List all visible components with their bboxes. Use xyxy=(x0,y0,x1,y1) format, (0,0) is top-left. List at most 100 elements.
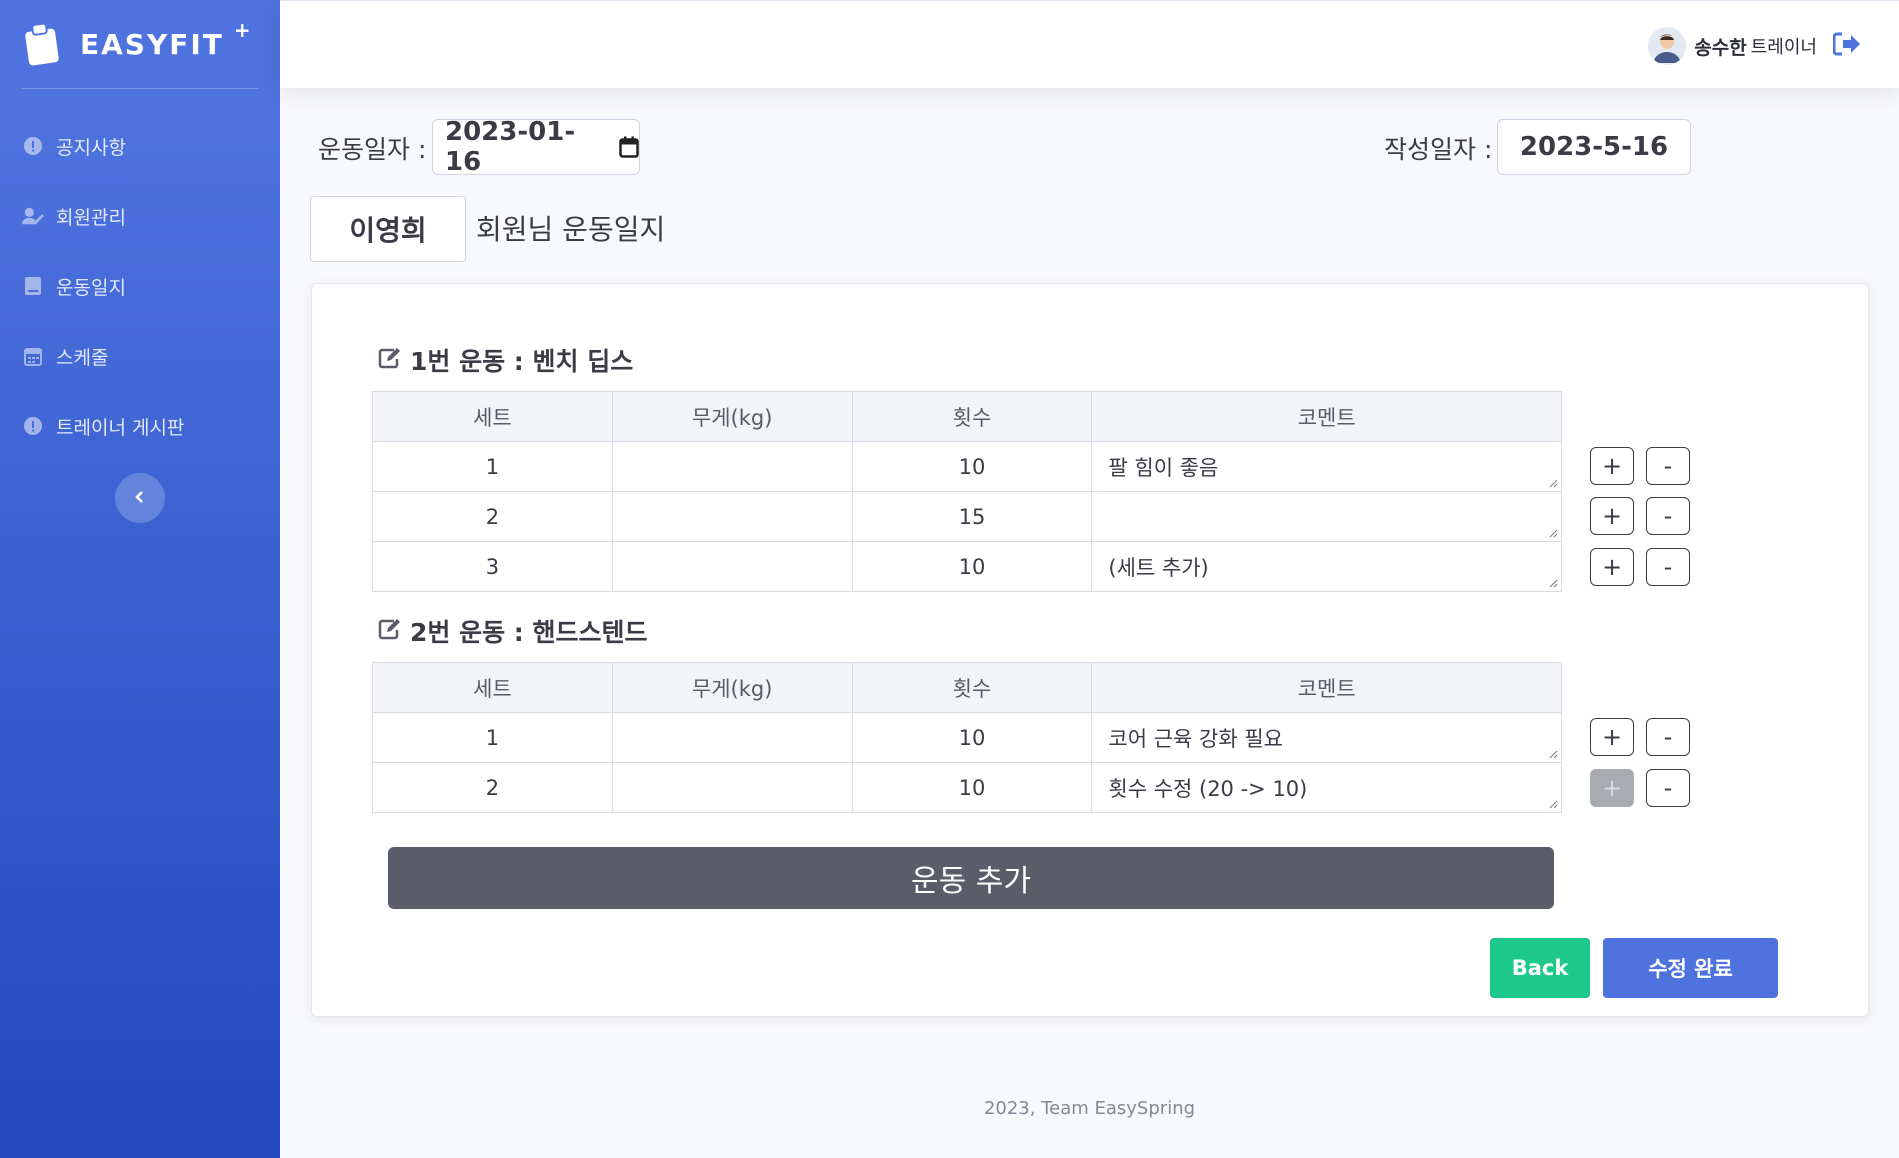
comment-textarea[interactable]: (세트 추가) xyxy=(1091,541,1562,592)
exercise-date-input[interactable]: 2023-01-16 xyxy=(432,117,640,177)
written-date-label: 작성일자 : xyxy=(1384,135,1493,164)
sidebar-item-workout-log[interactable]: 운동일지 xyxy=(0,251,280,321)
set-row-buttons: + - xyxy=(1590,718,1702,756)
clipboard-icon xyxy=(24,22,62,66)
table-row: 1 10 코어 근육 강화 필요 xyxy=(372,712,1562,763)
comment-textarea[interactable] xyxy=(1091,491,1562,542)
remove-set-button[interactable]: - xyxy=(1646,548,1690,586)
add-set-button[interactable]: + xyxy=(1590,548,1634,586)
page-title: 회원님 운동일지 xyxy=(476,213,666,246)
weight-input[interactable] xyxy=(611,491,853,542)
sets-table: 세트 무게(kg) 횟수 코멘트 1 10 코어 근육 강화 필요 2 10 횟… xyxy=(372,662,1562,813)
add-exercise-button[interactable]: 운동 추가 xyxy=(388,847,1554,909)
sidebar-item-label: 트레이너 게시판 xyxy=(56,416,185,439)
comment-text: (세트 추가) xyxy=(1108,555,1209,580)
sidebar-divider xyxy=(22,88,258,89)
footer-text: 2023, Team EasySpring xyxy=(983,1098,1196,1119)
save-button[interactable]: 수정 완료 xyxy=(1603,938,1778,998)
topbar: 송수한 트레이너 xyxy=(280,0,1899,88)
table-row: 1 10 팔 힘이 좋음 xyxy=(372,441,1562,492)
sets-table: 세트 무게(kg) 횟수 코멘트 1 10 팔 힘이 좋음 2 15 3 10 xyxy=(372,391,1562,592)
add-set-button[interactable]: + xyxy=(1590,497,1634,535)
calendar-icon xyxy=(22,345,44,367)
sidebar-item-label: 운동일지 xyxy=(56,276,126,299)
remove-set-button[interactable]: - xyxy=(1646,447,1690,485)
resize-handle-icon[interactable] xyxy=(1549,529,1558,538)
user-menu[interactable]: 송수한 트레이너 xyxy=(1648,27,1861,65)
edit-icon xyxy=(378,617,402,646)
edit-icon xyxy=(378,346,402,375)
sidebar-item-schedule[interactable]: 스케줄 xyxy=(0,321,280,391)
set-number-cell: 3 xyxy=(372,541,613,592)
sign-out-icon[interactable] xyxy=(1832,32,1861,60)
sidebar-item-members[interactable]: 회원관리 xyxy=(0,181,280,251)
written-date-field: 2023-5-16 xyxy=(1497,119,1691,175)
column-header-reps: 횟수 xyxy=(851,391,1093,442)
weight-input[interactable] xyxy=(611,441,853,492)
resize-handle-icon[interactable] xyxy=(1549,479,1558,488)
reps-input[interactable]: 10 xyxy=(851,541,1093,592)
avatar xyxy=(1648,27,1687,65)
chevron-left-icon xyxy=(134,489,146,508)
exercise-title[interactable]: 1번 운동 : 벤치 딥스 xyxy=(378,342,633,378)
weight-input[interactable] xyxy=(611,762,853,813)
exclamation-circle-icon xyxy=(22,135,44,157)
resize-handle-icon[interactable] xyxy=(1549,750,1558,759)
user-name: 송수한 xyxy=(1694,36,1747,59)
exercise-title-text: 2번 운동 : 핸드스텐드 xyxy=(410,618,648,647)
sidebar-toggle-wrap xyxy=(0,461,280,523)
reps-input[interactable]: 15 xyxy=(851,491,1093,542)
brand[interactable]: EASYFIT + xyxy=(0,0,280,88)
set-number-cell: 2 xyxy=(372,491,613,542)
comment-text: 팔 힘이 좋음 xyxy=(1108,455,1219,480)
brand-name: EASYFIT xyxy=(80,27,224,61)
remove-set-button[interactable]: - xyxy=(1646,769,1690,807)
sidebar-item-label: 공지사항 xyxy=(56,136,126,159)
reps-input[interactable]: 10 xyxy=(851,762,1093,813)
set-number-cell: 1 xyxy=(372,712,613,763)
exclamation-circle-icon xyxy=(22,415,44,437)
column-header-set: 세트 xyxy=(372,662,613,713)
resize-handle-icon[interactable] xyxy=(1549,800,1558,809)
set-row-buttons: + - xyxy=(1590,497,1702,535)
add-set-button[interactable]: + xyxy=(1590,718,1634,756)
comment-textarea[interactable]: 횟수 수정 (20 -> 10) xyxy=(1091,762,1562,813)
sidebar-item-label: 스케줄 xyxy=(56,346,109,369)
workout-log-card: 1번 운동 : 벤치 딥스 세트 무게(kg) 횟수 코멘트 1 10 팔 힘이… xyxy=(311,283,1869,1017)
comment-textarea[interactable]: 코어 근육 강화 필요 xyxy=(1091,712,1562,763)
comment-textarea[interactable]: 팔 힘이 좋음 xyxy=(1091,441,1562,492)
exercise-title-text: 1번 운동 : 벤치 딥스 xyxy=(410,347,634,376)
member-name-field: 이영희 xyxy=(310,196,466,262)
calendar-icon[interactable] xyxy=(619,136,639,158)
resize-handle-icon[interactable] xyxy=(1549,579,1558,588)
comment-text: 횟수 수정 (20 -> 10) xyxy=(1108,776,1308,801)
user-role: 트레이너 xyxy=(1750,37,1817,58)
sidebar-nav: 공지사항 회원관리 운동일지 스케줄 트레이너 게시판 xyxy=(0,111,280,461)
column-header-reps: 횟수 xyxy=(851,662,1093,713)
weight-input[interactable] xyxy=(611,712,853,763)
column-header-set: 세트 xyxy=(372,391,613,442)
remove-set-button[interactable]: - xyxy=(1646,497,1690,535)
column-header-comment: 코멘트 xyxy=(1091,662,1562,713)
reps-input[interactable]: 10 xyxy=(851,441,1093,492)
sidebar-item-notice[interactable]: 공지사항 xyxy=(0,111,280,181)
column-header-weight: 무게(kg) xyxy=(611,662,853,713)
comment-text: 코어 근육 강화 필요 xyxy=(1108,726,1283,751)
book-icon xyxy=(22,275,44,297)
set-number-cell: 1 xyxy=(372,441,613,492)
reps-input[interactable]: 10 xyxy=(851,712,1093,763)
table-row: 2 10 횟수 수정 (20 -> 10) xyxy=(372,762,1562,813)
weight-input[interactable] xyxy=(611,541,853,592)
exercise-date-label: 운동일자 : xyxy=(318,135,427,164)
main-content: 운동일자 : 2023-01-16 작성일자 : 2023-5-16 이영희 회… xyxy=(280,88,1899,1158)
set-row-buttons: + - xyxy=(1590,769,1702,807)
brand-plus: + xyxy=(233,18,251,42)
sidebar-toggle-button[interactable] xyxy=(115,473,165,523)
sidebar-item-trainer-board[interactable]: 트레이너 게시판 xyxy=(0,391,280,461)
set-number-cell: 2 xyxy=(372,762,613,813)
back-button[interactable]: Back xyxy=(1490,938,1590,998)
written-date-value: 2023-5-16 xyxy=(1519,132,1669,162)
remove-set-button[interactable]: - xyxy=(1646,718,1690,756)
add-set-button[interactable]: + xyxy=(1590,447,1634,485)
exercise-title[interactable]: 2번 운동 : 핸드스텐드 xyxy=(378,613,648,649)
